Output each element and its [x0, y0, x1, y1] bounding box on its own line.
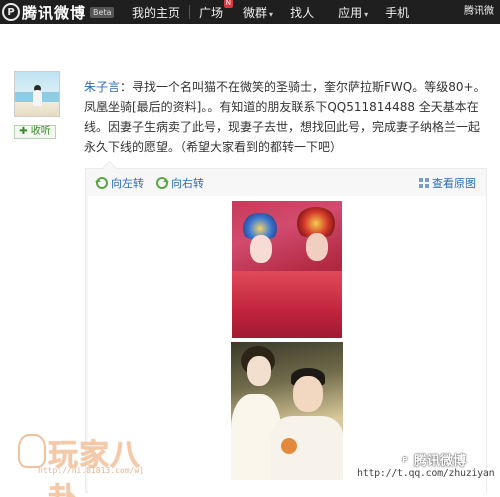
nav-square[interactable]: 广场 N — [199, 0, 234, 21]
wedding-photo-couple[interactable] — [231, 342, 343, 480]
beta-badge: Beta — [90, 6, 115, 18]
rotate-left-button[interactable]: 向左转 — [95, 176, 144, 190]
nav-divider — [189, 5, 191, 19]
nav-find-people[interactable]: 找人 — [290, 4, 314, 21]
nav-groups[interactable]: 微群 ▾ — [243, 4, 273, 21]
user-menu[interactable]: 腾讯微 — [464, 0, 494, 24]
post-body: 寻找一个名叫猫不在微笑的圣骑士，奎尔萨拉斯FWQ。等级80+。凤凰坐骑[最后的资… — [84, 80, 486, 154]
view-original-button[interactable]: 查看原图 — [419, 176, 476, 190]
wedding-photo-traditional[interactable] — [232, 201, 342, 338]
watermark-figure-icon — [18, 434, 46, 468]
main-nav: 我的主页 广场 N 微群 ▾ 找人 应用 ▾ 手机 — [132, 0, 409, 24]
rotate-right-icon — [156, 177, 169, 189]
profile-url-watermark: http://t.qq.com/zhuziyan — [357, 468, 495, 479]
chevron-down-icon: ▾ — [364, 9, 369, 19]
qq-logo-icon: P — [398, 452, 412, 467]
watermark-url: http://ni.81813.com/w] — [38, 466, 144, 475]
new-badge: N — [223, 0, 234, 8]
post-content: 朱子言：寻找一个名叫猫不在微笑的圣骑士，奎尔萨拉斯FWQ。等级80+。凤凰坐骑[… — [84, 77, 490, 157]
rotate-left-label: 向左转 — [111, 177, 144, 190]
author-avatar[interactable] — [14, 71, 60, 117]
author-name-link[interactable]: 朱子言 — [84, 80, 120, 94]
nav-mobile[interactable]: 手机 — [385, 4, 409, 21]
nav-my-home[interactable]: 我的主页 — [132, 4, 180, 21]
tencent-weibo-logo[interactable]: P 腾讯微博 Beta — [2, 1, 115, 23]
site-watermark: 玩家八卦 http://ni.81813.com/w] — [18, 428, 168, 497]
rotate-right-button[interactable]: 向右转 — [156, 176, 204, 190]
zoom-original-icon — [419, 178, 429, 188]
rotate-right-label: 向右转 — [171, 177, 204, 190]
view-original-label: 查看原图 — [432, 177, 476, 190]
qq-logo-icon: P — [2, 3, 20, 21]
nav-apps[interactable]: 应用 ▾ — [338, 4, 368, 21]
logo-text: 腾讯微博 — [22, 3, 87, 22]
tencent-weibo-watermark: P 腾讯微博 — [398, 450, 466, 469]
rotate-left-icon — [95, 177, 108, 189]
author-separator: ： — [120, 80, 133, 94]
watermark-title: 玩家八卦 — [48, 438, 141, 497]
chevron-down-icon: ▾ — [269, 9, 274, 19]
top-nav-bar: P 腾讯微博 Beta 我的主页 广场 N 微群 ▾ 找人 应用 ▾ 手机 腾讯微 — [0, 0, 500, 24]
follow-button[interactable]: ✚ 收听 — [14, 125, 56, 139]
